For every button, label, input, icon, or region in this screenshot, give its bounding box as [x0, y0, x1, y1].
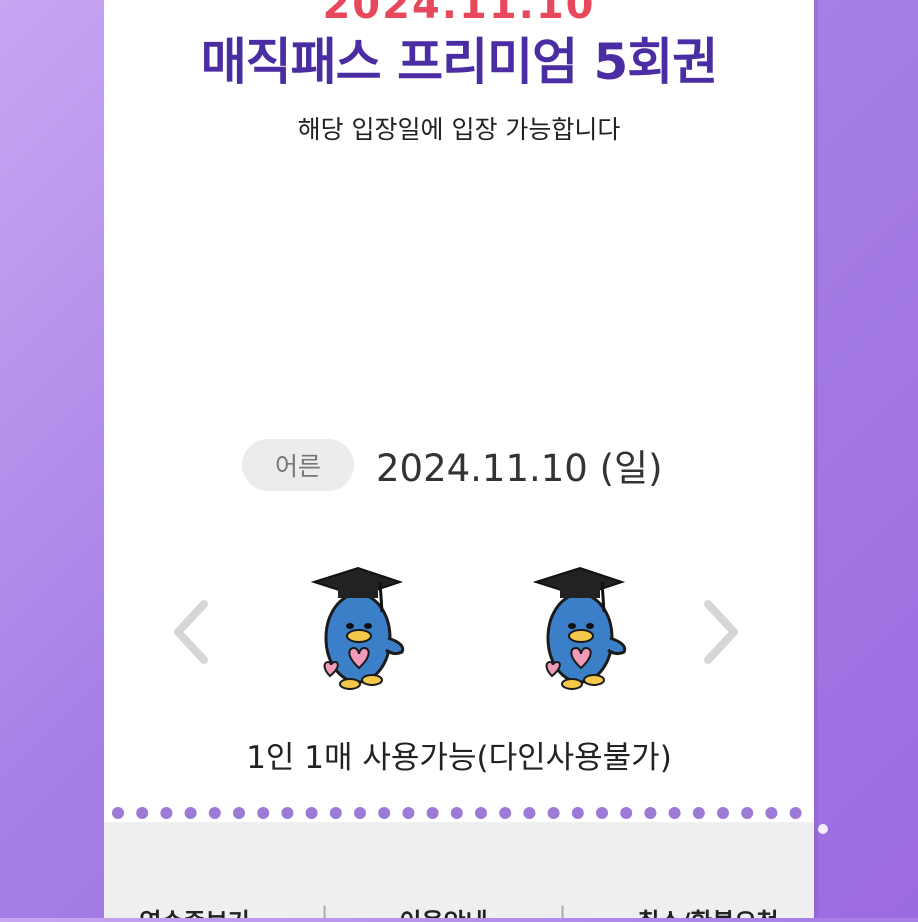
perforation-dot [208, 807, 221, 819]
perforation-dot [136, 807, 149, 819]
perforation-dot [112, 807, 124, 819]
perforation-dot [305, 807, 318, 819]
ticket-subtitle: 해당 입장일에 입장 가능합니다 [297, 115, 621, 144]
graduate-penguin-icon [532, 560, 632, 695]
age-badge: 어른 [242, 439, 354, 491]
receipt-link[interactable]: 영수증보기 [139, 902, 249, 918]
perforation-dot [620, 807, 633, 819]
ticket-right-edge [814, 0, 836, 918]
date-row: 어른 2024.11.10 (일) [242, 438, 663, 492]
perforation-dot [717, 807, 729, 819]
chevron-right-icon[interactable] [696, 598, 744, 666]
ticket-footer: 영수증보기 | 이용안내 | 취소/환불요청 [104, 822, 814, 918]
perforation-dot [741, 807, 754, 819]
refund-request-link[interactable]: 취소/환불요청 [637, 902, 778, 918]
perforation-dot [692, 807, 705, 819]
perforation-dot [354, 807, 366, 819]
perforation-dot [281, 807, 294, 819]
perforation-dot [426, 807, 439, 819]
perforation-notch [818, 824, 828, 834]
graduate-penguin-icon [310, 560, 410, 695]
perforation-dot [475, 807, 487, 819]
perforation-dot [789, 807, 802, 819]
perforation-dot [257, 807, 270, 819]
perforation-dot [499, 807, 512, 819]
perforation-dot [450, 807, 463, 819]
perforation-dot [329, 807, 342, 819]
perforation-dot [378, 807, 391, 819]
perforation-dot [402, 807, 415, 819]
perforation-dot [668, 807, 681, 819]
perforation-dot [547, 807, 560, 819]
perforation-dot [523, 807, 536, 819]
perforation-dot [160, 807, 173, 819]
perforation-line [112, 807, 802, 819]
divider: | [558, 902, 567, 918]
usage-notice: 1인 1매 사용가능(다인사용불가) [246, 740, 672, 776]
perforation-dot [233, 807, 245, 819]
ticket-title: 매직패스 프리미엄 5회권 [200, 33, 719, 91]
divider: | [320, 902, 329, 918]
usage-guide-link[interactable]: 이용안내 [399, 902, 487, 918]
chevron-left-icon[interactable] [170, 598, 218, 666]
perforation-dot [644, 807, 657, 819]
perforation-dot [184, 807, 197, 819]
perforation-dot [571, 807, 584, 819]
perforation-dot [765, 807, 778, 819]
ticket-card: 2024.11.10 매직패스 프리미엄 5회권 해당 입장일에 입장 가능합니… [104, 0, 814, 918]
perforation-dot [596, 807, 608, 819]
footer-links: 영수증보기 | 이용안내 | 취소/환불요청 [104, 902, 814, 918]
entry-date: 2024.11.10 (일) [376, 447, 663, 490]
